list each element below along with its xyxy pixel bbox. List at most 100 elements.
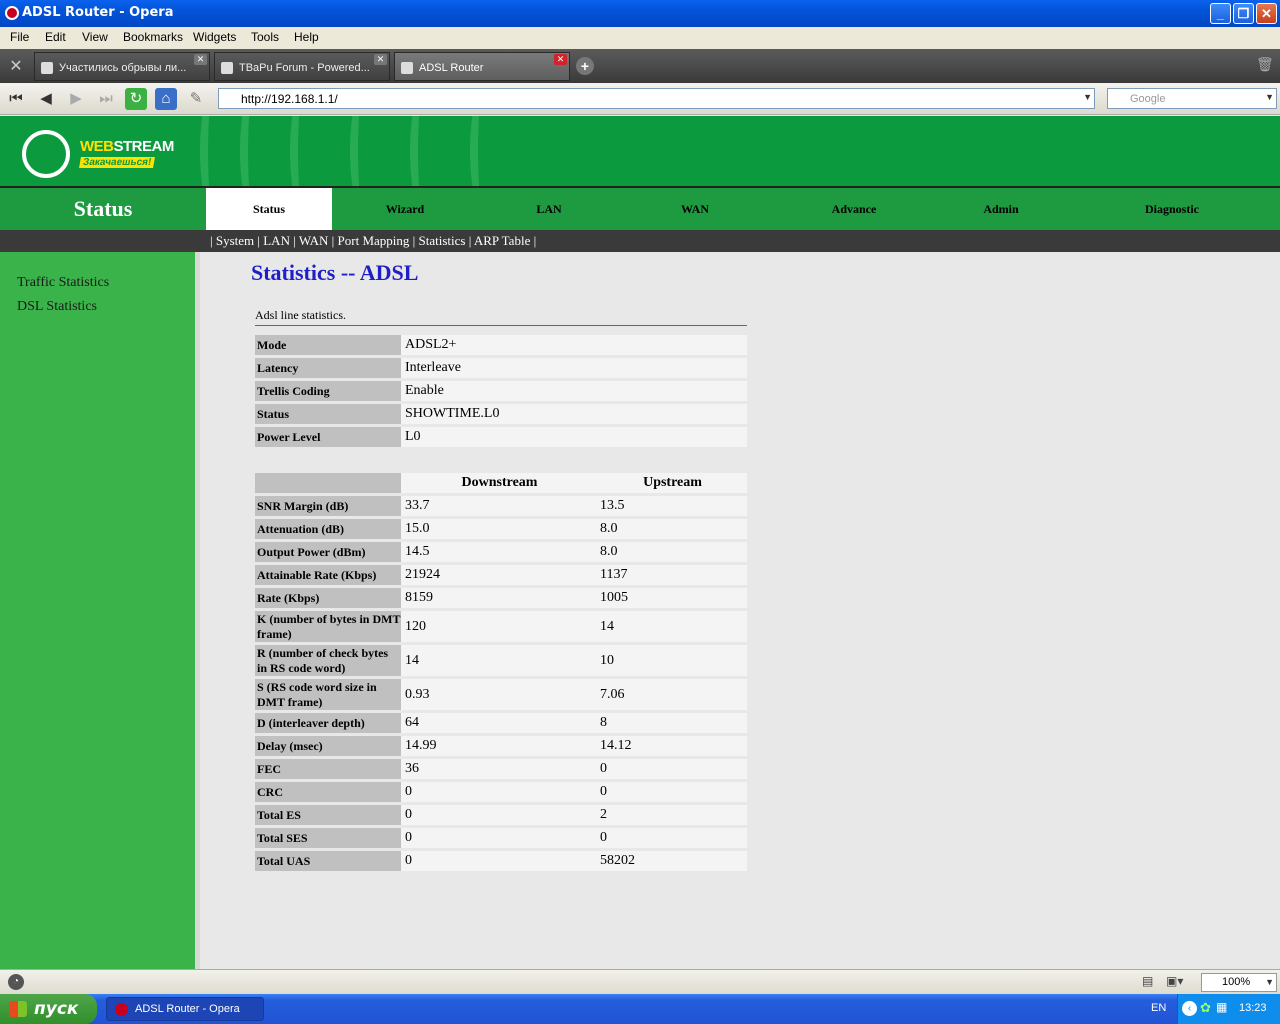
stat-upstream: 58202 [596,851,747,871]
header-upstream: Upstream [596,473,747,493]
tab-label: Участились обрывы ли... [59,62,187,74]
search-field[interactable]: Google ▼ [1107,88,1277,109]
browser-statusbar: ◔ ▤ ▣▾ 100% ▼ [0,969,1280,994]
tray-app-icon[interactable]: ✿ [1200,1000,1211,1016]
stat-downstream: 0 [401,805,596,825]
taskbar-item-opera[interactable]: ADSL Router - Opera [106,997,264,1021]
tab-close-icon[interactable]: ✕ [374,54,387,65]
menu-bookmarks[interactable]: Bookmarks [123,30,183,44]
nav-wizard[interactable]: Wizard [340,188,470,230]
stat-upstream: 14 [596,611,747,642]
stat-downstream: 0 [401,782,596,802]
table-row: Output Power (dBm) 14.5 8.0 [255,542,747,562]
stat-downstream: 14 [401,645,596,676]
nav-status[interactable]: Status [206,188,332,230]
menu-edit[interactable]: Edit [45,30,66,44]
minimize-button[interactable]: _ [1210,3,1231,24]
summary-label: Trellis Coding [255,381,401,401]
stat-label: Output Power (dBm) [255,542,401,562]
menu-widgets[interactable]: Widgets [193,30,236,44]
zoom-select[interactable]: 100% ▼ [1201,973,1277,992]
table-row: R (number of check bytes in RS code word… [255,645,747,676]
table-caption: Adsl line statistics. [255,308,346,322]
stat-downstream: 0 [401,828,596,848]
summary-row: Power Level L0 [255,427,747,447]
stat-upstream: 8 [596,713,747,733]
new-tab-icon[interactable]: + [576,57,594,75]
taskbar: пуск ADSL Router - Opera EN ‹ ✿ ▦ 13:23 [0,994,1280,1024]
window-titlebar: ADSL Router - Opera _ ❐ ✕ [0,0,1280,27]
summary-label: Latency [255,358,401,378]
nav-wan[interactable]: WAN [630,188,760,230]
sidebar-item-dsl-statistics[interactable]: DSL Statistics [17,299,97,315]
tools-icon[interactable]: ✕ [5,56,27,76]
tab-close-icon[interactable]: ✕ [194,54,207,65]
reload-icon[interactable]: ↻ [125,88,147,110]
summary-value: SHOWTIME.L0 [401,404,747,424]
table-row: S (RS code word size in DMT frame) 0.93 7.… [255,679,747,710]
stats-table: Downstream Upstream SNR Margin (dB) 33.7 1… [255,470,747,874]
summary-value: Interleave [401,358,747,378]
home-icon[interactable]: ⌂ [155,88,177,110]
stat-downstream: 33.7 [401,496,596,516]
menu-bar: File Edit View Bookmarks Widgets Tools H… [0,27,1280,49]
sub-nav-links[interactable]: | System | LAN | WAN | Port Mapping | St… [210,233,536,249]
maximize-button[interactable]: ❐ [1233,3,1254,24]
brand-logo: WEBSTREAM [80,138,174,155]
nav-admin[interactable]: Admin [936,188,1066,230]
language-indicator[interactable]: EN [1151,1002,1166,1014]
stat-downstream: 14.99 [401,736,596,756]
address-url: http://192.168.1.1/ [241,92,338,106]
menu-view[interactable]: View [82,30,108,44]
tab-close-icon[interactable]: ✕ [554,54,567,65]
chevron-down-icon[interactable]: ▼ [1265,977,1274,987]
trash-icon[interactable]: 🗑 [1256,56,1274,76]
start-button[interactable]: пуск [0,994,97,1024]
summary-table: Mode ADSL2+ Latency Interleave Trellis Codin… [255,332,747,450]
back-icon[interactable]: ◀ [35,88,57,110]
edit-icon[interactable]: ✎ [185,88,207,110]
fast-forward-icon[interactable]: ⏭ [95,88,117,110]
camera-icon[interactable]: ▣▾ [1166,974,1183,988]
stat-downstream: 120 [401,611,596,642]
stat-downstream: 8159 [401,588,596,608]
address-field[interactable]: http://192.168.1.1/ ▼ [218,88,1095,109]
stat-label: Attainable Rate (Kbps) [255,565,401,585]
header-downstream: Downstream [401,473,596,493]
nav-advance[interactable]: Advance [789,188,919,230]
table-row: Total SES 0 0 [255,828,747,848]
stat-upstream: 8.0 [596,519,747,539]
favicon-icon [41,62,53,74]
menu-file[interactable]: File [10,30,29,44]
close-button[interactable]: ✕ [1256,3,1277,24]
stat-label: Delay (msec) [255,736,401,756]
stat-upstream: 8.0 [596,542,747,562]
tab-3[interactable]: ADSL Router ✕ [394,52,570,81]
nav-lan[interactable]: LAN [484,188,614,230]
sidebar-item-traffic-statistics[interactable]: Traffic Statistics [17,275,109,291]
stat-upstream: 1005 [596,588,747,608]
nav-diagnostic[interactable]: Diagnostic [1107,188,1237,230]
menu-help[interactable]: Help [294,30,319,44]
taskbar-item-label: ADSL Router - Opera [135,1003,240,1015]
forward-icon[interactable]: ▶ [65,88,87,110]
chevron-down-icon[interactable]: ▼ [1265,92,1274,102]
tab-2[interactable]: TBaPu Forum - Powered... ✕ [214,52,390,81]
panel-icon[interactable]: ▤ [1142,974,1153,988]
speed-dial-icon[interactable]: ◔ [8,974,24,990]
tab-1[interactable]: Участились обрывы ли... ✕ [34,52,210,81]
tab-label: TBaPu Forum - Powered... [239,62,370,74]
stat-upstream: 0 [596,782,747,802]
search-placeholder: Google [1130,93,1166,105]
summary-row: Mode ADSL2+ [255,335,747,355]
tray-expand-icon[interactable]: ‹ [1182,1001,1197,1016]
stat-upstream: 10 [596,645,747,676]
menu-tools[interactable]: Tools [251,30,279,44]
summary-row: Trellis Coding Enable [255,381,747,401]
network-icon[interactable]: ▦ [1216,1000,1227,1014]
stat-upstream: 0 [596,759,747,779]
stat-label: CRC [255,782,401,802]
chevron-down-icon[interactable]: ▼ [1083,92,1092,102]
rewind-icon[interactable]: ⏮ [5,88,27,110]
stat-label: FEC [255,759,401,779]
